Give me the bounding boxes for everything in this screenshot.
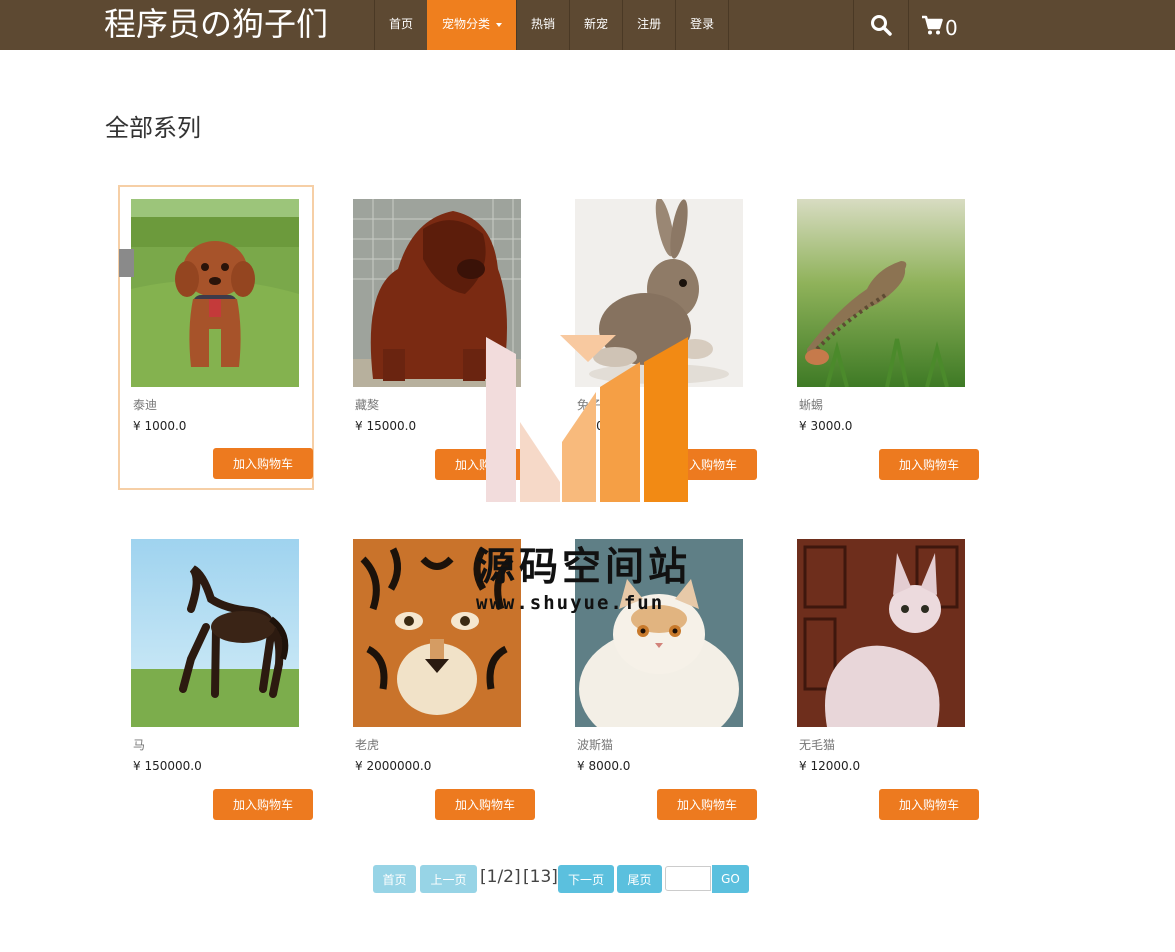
horse-photo[interactable]	[131, 539, 299, 727]
nav-pet-category-label: 宠物分类	[442, 17, 491, 31]
product-card-sphynx-cat: 无毛猫 ¥ 12000.0 加入购物车	[785, 527, 981, 832]
last-page-button[interactable]: 尾页	[617, 865, 662, 893]
product-name[interactable]: 无毛猫	[799, 736, 835, 753]
total-count: [13]	[523, 867, 558, 887]
nav-hot-sale[interactable]: 热销	[516, 0, 569, 50]
page-indicator: [1/2]	[480, 867, 521, 887]
main-nav: 首页 宠物分类 热销 新宠 注册 登录	[374, 0, 730, 50]
product-name[interactable]: 波斯猫	[577, 736, 613, 753]
product-name[interactable]: 老虎	[355, 736, 379, 753]
add-to-cart-button[interactable]: 加入购物车	[213, 448, 313, 479]
add-to-cart-button[interactable]: 加入购物车	[213, 789, 313, 820]
add-to-cart-button[interactable]: 加入购物车	[879, 449, 979, 480]
site-brand[interactable]: 程序员の狗子们	[104, 2, 328, 48]
cart-button[interactable]: 0	[908, 0, 958, 50]
poodle-photo[interactable]	[131, 199, 299, 387]
product-name[interactable]: 泰迪	[133, 396, 157, 413]
product-price: ¥ 150000.0	[133, 759, 202, 773]
page-number-input[interactable]	[665, 866, 711, 891]
product-card-rabbit: 兔子 ¥ 600.0 加入购物车	[563, 187, 759, 492]
sphynx-cat-photo[interactable]	[797, 539, 965, 727]
product-card-horse: 马 ¥ 150000.0 加入购物车	[119, 527, 315, 832]
product-name[interactable]: 马	[133, 736, 145, 753]
product-price: ¥ 1000.0	[133, 419, 187, 433]
mastiff-photo[interactable]	[353, 199, 521, 387]
nav-register[interactable]: 注册	[622, 0, 675, 50]
go-button[interactable]: GO	[712, 865, 749, 893]
caret-down-icon	[496, 22, 503, 27]
carousel-handle[interactable]	[119, 249, 134, 277]
product-price: ¥ 2000000.0	[355, 759, 432, 773]
product-price: ¥ 8000.0	[577, 759, 631, 773]
product-name[interactable]: 兔子	[577, 396, 601, 413]
product-name[interactable]: 藏獒	[355, 396, 379, 413]
cart-count: 0	[945, 16, 958, 40]
add-to-cart-button[interactable]: 加入购物车	[435, 449, 535, 480]
prev-page-button[interactable]: 上一页	[420, 865, 477, 893]
next-page-button[interactable]: 下一页	[558, 865, 614, 893]
nav-pet-category[interactable]: 宠物分类	[427, 0, 517, 50]
cart-icon	[922, 15, 943, 35]
nav-login[interactable]: 登录	[675, 0, 730, 50]
watermark-title: 源码空间站	[476, 545, 692, 590]
top-navbar: 程序员の狗子们 首页 宠物分类 热销 新宠 注册 登录 0	[0, 0, 1175, 50]
product-card-lizard: 蜥蜴 ¥ 3000.0 加入购物车	[785, 187, 981, 492]
add-to-cart-button[interactable]: 加入购物车	[435, 789, 535, 820]
add-to-cart-button[interactable]: 加入购物车	[657, 449, 757, 480]
rabbit-photo[interactable]	[575, 199, 743, 387]
nav-actions: 0	[853, 0, 958, 50]
add-to-cart-button[interactable]: 加入购物车	[879, 789, 979, 820]
product-card-teddy: 泰迪 ¥ 1000.0 加入购物车	[118, 185, 314, 490]
search-button[interactable]	[853, 0, 908, 50]
lizard-photo[interactable]	[797, 199, 965, 387]
page-title: 全部系列	[105, 114, 201, 142]
product-name[interactable]: 蜥蜴	[799, 396, 823, 413]
nav-home[interactable]: 首页	[374, 0, 427, 50]
product-price: ¥ 3000.0	[799, 419, 853, 433]
add-to-cart-button[interactable]: 加入购物车	[657, 789, 757, 820]
product-price: ¥ 12000.0	[799, 759, 861, 773]
product-price: ¥ 15000.0	[355, 419, 417, 433]
watermark-url: www.shuyue.fun	[476, 592, 665, 614]
product-price: ¥ 600.0	[577, 419, 623, 433]
first-page-button[interactable]: 首页	[373, 865, 416, 893]
nav-new-pets[interactable]: 新宠	[569, 0, 622, 50]
product-card-mastiff: 藏獒 ¥ 15000.0 加入购物车	[341, 187, 537, 492]
search-icon	[871, 15, 892, 36]
